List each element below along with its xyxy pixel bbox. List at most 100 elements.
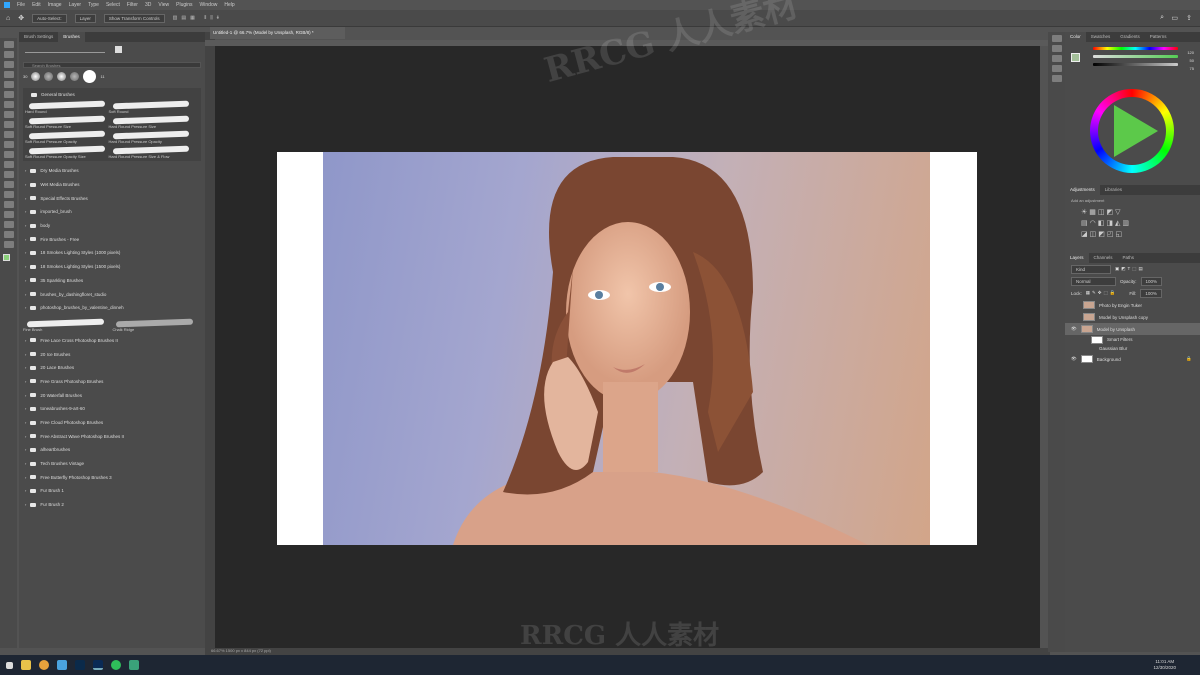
gradient-tool[interactable]	[3, 161, 14, 168]
marquee-tool[interactable]	[3, 51, 14, 58]
brush-folder[interactable]: › 18 Smokes Lighting Styles (1000 pixels)	[19, 246, 205, 260]
chevron-right-icon[interactable]: ›	[25, 461, 26, 466]
fg-bg-swatches[interactable]	[1071, 53, 1080, 62]
chevron-right-icon[interactable]: ›	[25, 502, 26, 507]
spotify-icon[interactable]	[111, 660, 121, 670]
lasso-tool[interactable]	[3, 61, 14, 68]
brush-folder[interactable]: › 18 Smokes Lighting Styles (1500 pixels)	[19, 260, 205, 274]
brush-folder[interactable]: › 20 Lace Brushes	[19, 361, 205, 375]
brush-folder[interactable]: › Fur Brush 2	[19, 498, 205, 512]
layer-filter-kind[interactable]: Kind	[1071, 264, 1111, 274]
zoom-tool[interactable]	[3, 241, 14, 248]
brush-folder[interactable]: › Free Lace Cross Photoshop Brushes II	[19, 334, 205, 348]
foreground-color-swatch[interactable]	[3, 254, 10, 261]
chevron-right-icon[interactable]: ›	[25, 365, 26, 370]
quick-select-tool[interactable]	[3, 71, 14, 78]
chevron-right-icon[interactable]: ›	[25, 237, 26, 242]
adjustment-icons[interactable]: ☀▦◫◩▽ ▤◠◧◨◭▥ ◪◫◩◰◱	[1081, 207, 1194, 240]
brush-folder[interactable]: › Special Effects Brushes	[19, 191, 205, 205]
brush-preset[interactable]: Hard Round Pressure Size	[109, 114, 193, 129]
info-icon[interactable]	[1051, 55, 1062, 62]
menu-view[interactable]: View	[158, 2, 169, 8]
tab-patterns[interactable]: Patterns	[1145, 32, 1172, 42]
bright-value[interactable]: 75	[1190, 66, 1194, 71]
type-tool[interactable]	[3, 201, 14, 208]
tab-adjustments[interactable]: Adjustments	[1065, 185, 1100, 195]
chevron-right-icon[interactable]: ›	[25, 434, 26, 439]
menu-image[interactable]: Image	[48, 2, 62, 8]
size-slider[interactable]	[25, 52, 105, 53]
tab-brush-settings[interactable]: Brush Settings	[19, 32, 58, 42]
brush-preset[interactable]: Soft Round Pressure Opacity Size	[25, 144, 109, 159]
tab-color[interactable]: Color	[1065, 32, 1086, 42]
eye-icon[interactable]: 👁	[1071, 326, 1077, 332]
menu-window[interactable]: Window	[200, 2, 218, 8]
store-icon[interactable]	[57, 660, 67, 670]
tab-libraries[interactable]: Libraries	[1100, 185, 1127, 195]
brush-preset[interactable]: Fine Brush	[23, 317, 108, 332]
clock[interactable]: 11:01 AM 12/30/2020	[1153, 659, 1176, 671]
brush-tip[interactable]	[83, 70, 97, 83]
chevron-right-icon[interactable]: ›	[25, 292, 26, 297]
eye-icon[interactable]: 👁	[1071, 356, 1077, 362]
brush-folder[interactable]: › 20 Ice Brushes	[19, 347, 205, 361]
filter-icons[interactable]: ▣◩T⬚▤	[1115, 266, 1145, 272]
history-icon[interactable]	[1051, 35, 1062, 42]
hue-value[interactable]: 120	[1187, 50, 1194, 55]
layer-row-selected[interactable]: 👁 Model by Unsplash	[1065, 323, 1200, 335]
lock-icons[interactable]: ▦✎✥⬚🔒	[1086, 290, 1118, 296]
chevron-right-icon[interactable]: ›	[25, 264, 26, 269]
menu-help[interactable]: Help	[224, 2, 234, 8]
home-icon[interactable]: ⌂	[6, 15, 10, 22]
menu-file[interactable]: File	[17, 2, 25, 8]
auto-select-checkbox[interactable]: Auto-Select:	[32, 13, 67, 23]
brush-folder[interactable]: › Free Abstract Wave Photoshop Brushes II	[19, 429, 205, 443]
panel-scrollbar[interactable]	[205, 32, 215, 648]
tab-paths[interactable]: Paths	[1118, 253, 1140, 263]
chevron-right-icon[interactable]: ›	[25, 352, 26, 357]
chevron-right-icon[interactable]: ›	[25, 196, 26, 201]
layer-row[interactable]: Photo by Engin Tuker	[1065, 299, 1200, 311]
chevron-right-icon[interactable]: ›	[25, 223, 26, 228]
chevron-right-icon[interactable]: ›	[25, 305, 26, 310]
brush-folder[interactable]: › photoshop_brushes_by_valentine_dinneh	[19, 301, 205, 315]
stamp-tool[interactable]	[3, 131, 14, 138]
brush-folder[interactable]: › Free Grass Photoshop Brushes	[19, 375, 205, 389]
paragraph-icon[interactable]	[1051, 75, 1062, 82]
tab-brushes[interactable]: Brushes	[58, 32, 85, 42]
brush-tool[interactable]	[3, 121, 14, 128]
chevron-right-icon[interactable]: ›	[25, 338, 26, 343]
sat-value[interactable]: 50	[1190, 58, 1194, 63]
brush-folder[interactable]: › 35 Sparkling Brushes	[19, 274, 205, 288]
brush-folder[interactable]: › imported_brush	[19, 205, 205, 219]
chevron-right-icon[interactable]: ›	[25, 379, 26, 384]
menu-3d[interactable]: 3D	[145, 2, 151, 8]
workspace-icon[interactable]: ▭	[1171, 14, 1178, 22]
color-triangle[interactable]	[1114, 105, 1158, 157]
lightroom-icon[interactable]	[75, 660, 85, 670]
brush-preset[interactable]: Hard Round Pressure Opacity	[109, 129, 193, 144]
tab-layers[interactable]: Layers	[1065, 253, 1089, 263]
move-tool[interactable]	[3, 41, 14, 48]
brush-preset[interactable]: Hard Round	[25, 99, 109, 114]
menu-filter[interactable]: Filter	[127, 2, 138, 8]
brush-preset[interactable]: Chalk Ridge	[112, 317, 197, 332]
chevron-right-icon[interactable]: ›	[25, 447, 26, 452]
brightness-slider[interactable]	[1093, 63, 1178, 66]
shape-tool[interactable]	[3, 221, 14, 228]
brush-folder[interactable]: › toneabrushes-9-art-60	[19, 402, 205, 416]
gaussian-blur-row[interactable]: Gaussian Blur	[1065, 344, 1200, 353]
brush-preset[interactable]: Soft Round Pressure Size	[25, 114, 109, 129]
brush-folder[interactable]: › Dry Media Brushes	[19, 164, 205, 178]
document-tab[interactable]: Untitled-1 @ 66.7% (Model by Unsplash, R…	[210, 27, 345, 39]
brush-tip[interactable]	[57, 72, 67, 81]
crop-tool[interactable]	[3, 81, 14, 88]
explorer-icon[interactable]	[21, 660, 31, 670]
share-icon[interactable]: ⇪	[1186, 14, 1192, 22]
hue-slider[interactable]	[1093, 47, 1178, 50]
path-select-tool[interactable]	[3, 211, 14, 218]
chevron-right-icon[interactable]: ›	[25, 488, 26, 493]
opacity-input[interactable]: 100%	[1140, 276, 1163, 286]
layer-row[interactable]: Model by Unsplash copy	[1065, 311, 1200, 323]
brush-folder[interactable]: › alheartbrushes	[19, 443, 205, 457]
